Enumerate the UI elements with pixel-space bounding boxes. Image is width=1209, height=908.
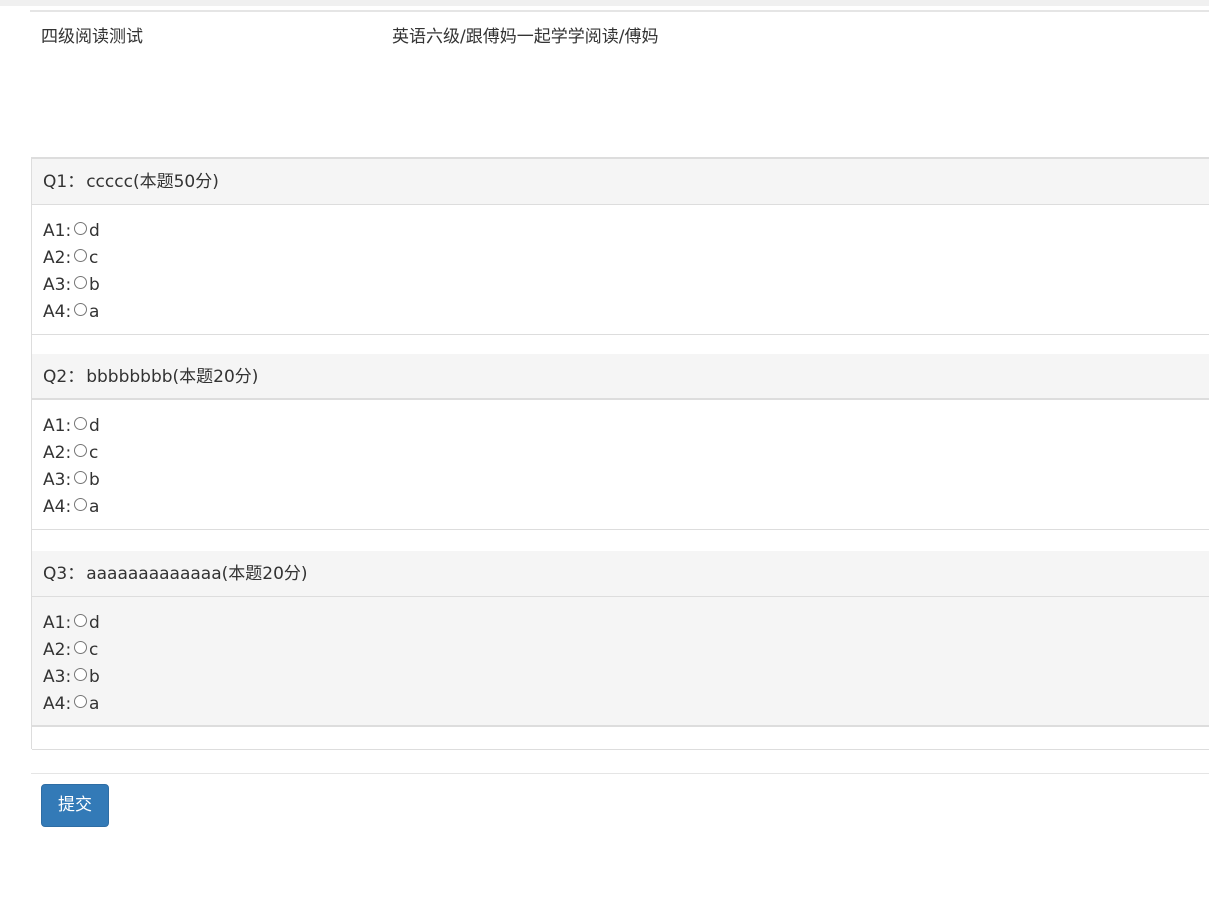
option-text: b [89, 274, 100, 295]
option-text: b [89, 666, 100, 687]
question-score: (本题20分) [221, 564, 308, 584]
answer-option[interactable]: A4: a [43, 690, 1209, 717]
question-label: Q1 [43, 172, 68, 192]
test-title: 四级阅读测试 [41, 27, 143, 47]
answer-option[interactable]: A2: c [43, 636, 1209, 663]
option-number: A4: [43, 693, 72, 714]
radio-button[interactable] [74, 276, 87, 289]
answer-option[interactable]: A4: a [43, 298, 1209, 325]
option-text: c [89, 442, 99, 463]
question-label: Q2 [43, 367, 68, 387]
test-header: 四级阅读测试 英语六级/跟傅妈一起学学阅读/傅妈 [0, 22, 1209, 48]
option-number: A1: [43, 415, 72, 436]
radio-button[interactable] [74, 641, 87, 654]
question-label: Q3 [43, 564, 68, 584]
option-text: c [89, 639, 99, 660]
option-text: d [89, 612, 100, 633]
option-number: A3: [43, 274, 72, 295]
radio-button[interactable] [74, 668, 87, 681]
answer-options: A1: d A2: c A3: b A4: a [32, 597, 1209, 727]
radio-button[interactable] [74, 498, 87, 511]
top-strip [0, 0, 1209, 6]
option-text: c [89, 247, 99, 268]
question-heading: Q3： aaaaaaaaaaaaa(本题20分) [32, 551, 1209, 597]
answer-option[interactable]: A1: d [43, 609, 1209, 636]
test-breadcrumb: 英语六级/跟傅妈一起学学阅读/傅妈 [392, 27, 659, 47]
answer-option[interactable]: A4: a [43, 493, 1209, 520]
question-score: (本题50分) [132, 172, 219, 192]
option-text: d [89, 220, 100, 241]
submit-button[interactable]: 提交 [41, 784, 109, 827]
option-text: d [89, 415, 100, 436]
option-number: A3: [43, 666, 72, 687]
answer-option[interactable]: A3: b [43, 663, 1209, 690]
option-number: A4: [43, 301, 72, 322]
question-separator: ： [67, 564, 85, 584]
answer-option[interactable]: A1: d [43, 217, 1209, 244]
option-number: A1: [43, 220, 72, 241]
question-heading: Q2： bbbbbbbb(本题20分) [32, 354, 1209, 400]
radio-button[interactable] [74, 222, 87, 235]
option-text: a [89, 496, 100, 517]
question-separator: ： [67, 367, 85, 387]
option-text: a [89, 693, 100, 714]
question-text: bbbbbbbb [86, 367, 173, 387]
option-number: A3: [43, 469, 72, 490]
answer-option[interactable]: A3: b [43, 271, 1209, 298]
radio-button[interactable] [74, 417, 87, 430]
panel-bottom-divider [32, 749, 1209, 750]
option-text: a [89, 301, 100, 322]
answer-option[interactable]: A1: d [43, 412, 1209, 439]
radio-button[interactable] [74, 471, 87, 484]
question-text: ccccc [86, 172, 133, 192]
answer-option[interactable]: A2: c [43, 439, 1209, 466]
option-number: A1: [43, 612, 72, 633]
top-divider [30, 10, 1209, 12]
option-number: A2: [43, 639, 72, 660]
question-separator: ： [67, 172, 85, 192]
option-text: b [89, 469, 100, 490]
radio-button[interactable] [74, 695, 87, 708]
answer-option[interactable]: A3: b [43, 466, 1209, 493]
option-number: A4: [43, 496, 72, 517]
radio-button[interactable] [74, 249, 87, 262]
answer-options: A1: d A2: c A3: b A4: a [32, 205, 1209, 335]
option-number: A2: [43, 442, 72, 463]
radio-button[interactable] [74, 444, 87, 457]
radio-button[interactable] [74, 303, 87, 316]
footer-divider [31, 773, 1209, 774]
answer-options: A1: d A2: c A3: b A4: a [32, 400, 1209, 530]
option-number: A2: [43, 247, 72, 268]
question-score: (本题20分) [172, 367, 259, 387]
answer-option[interactable]: A2: c [43, 244, 1209, 271]
question-heading: Q1： ccccc(本题50分) [32, 159, 1209, 205]
question-text: aaaaaaaaaaaaa [86, 564, 222, 584]
question-panel: Q1： ccccc(本题50分) A1: d A2: c A3: b A4: a Q2： b… [31, 157, 1209, 750]
radio-button[interactable] [74, 614, 87, 627]
